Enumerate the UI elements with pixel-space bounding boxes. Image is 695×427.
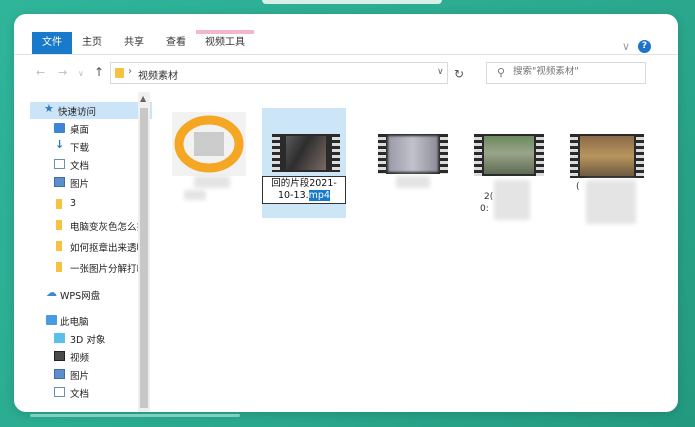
download-icon: ↓ (55, 138, 65, 151)
nav-item-desktop[interactable]: 桌面 ✦ (30, 120, 152, 137)
file-view: 回的片段2021- 10-13.mp4 2( 0: ( (154, 92, 678, 412)
nav-item-folder-grey[interactable]: 电脑变灰色怎么扌 (30, 217, 152, 234)
rename-field[interactable]: 回的片段2021- 10-13.mp4 (262, 176, 346, 204)
document-icon (54, 159, 65, 169)
cube-icon (54, 333, 65, 343)
forward-arrow-icon[interactable]: → (58, 66, 67, 79)
search-icon: ⚲ (497, 66, 506, 79)
folder-icon (56, 199, 62, 209)
cloud-icon: ☁ (46, 286, 57, 299)
file-label-blurred (396, 176, 430, 188)
top-decoration (262, 0, 442, 4)
nav-this-pc[interactable]: 此电脑 (30, 312, 152, 329)
breadcrumb-current[interactable]: 视频素材 (138, 67, 178, 82)
address-row: ← → ∨ ↑ › 视频素材 ∨ ↻ ⚲ (14, 56, 678, 90)
video-thumbnail[interactable] (378, 134, 448, 174)
address-dropdown-chevron-icon[interactable]: ∨ (437, 67, 444, 77)
film-strip-left (570, 134, 578, 178)
app-logo-icon (174, 115, 244, 173)
nav-item-folder-stamp[interactable]: 如何抠章出来透明 (30, 238, 152, 255)
nav-scrollbar[interactable]: ▲ (138, 92, 150, 412)
explorer-window: 文件 主页 共享 查看 视频工具 ∨ ? ← → ∨ ↑ › 视频素材 ∨ ↻ … (14, 14, 678, 412)
nav-quick-access[interactable]: ★ 快速访问 (30, 102, 152, 119)
picture-icon (54, 177, 65, 187)
ribbon-expand-chevron-icon[interactable]: ∨ (622, 40, 630, 53)
navigation-pane: ★ 快速访问 桌面 ✦ ↓ 下载 ✦ 文档 ✦ 图片 ✦ 3 电脑 (30, 92, 152, 412)
file-label-partial: 0: (480, 204, 489, 214)
refresh-icon[interactable]: ↻ (454, 67, 464, 81)
folder-icon (56, 262, 62, 272)
back-arrow-icon[interactable]: ← (36, 66, 45, 79)
rename-line-1: 回的片段2021- (271, 178, 337, 189)
nav-item-pictures[interactable]: 图片 ✦ (30, 174, 152, 191)
file-label-blurred (586, 180, 636, 224)
nav-item-folder-print[interactable]: 一张图片分解打印 (30, 259, 152, 276)
search-box[interactable]: ⚲ (486, 62, 646, 84)
film-strip-left (378, 134, 386, 174)
tab-share[interactable]: 共享 (120, 32, 148, 54)
video-thumbnail[interactable] (272, 134, 340, 172)
nav-wps-drive[interactable]: ☁ WPS网盘 (30, 286, 152, 303)
folder-icon (56, 220, 62, 230)
address-bar[interactable]: › 视频素材 ∨ (110, 62, 448, 84)
file-item[interactable] (172, 112, 246, 176)
film-strip-right (332, 134, 340, 172)
film-strip-left (474, 134, 482, 176)
video-frame (286, 136, 326, 170)
tab-home[interactable]: 主页 (78, 32, 106, 54)
video-thumbnail[interactable] (570, 134, 644, 178)
star-icon: ★ (44, 102, 54, 115)
video-thumbnail[interactable] (474, 134, 544, 176)
help-icon[interactable]: ? (638, 40, 651, 53)
tab-video-tools[interactable]: 视频工具 (198, 32, 252, 54)
scroll-thumb[interactable] (140, 108, 148, 408)
video-frame (580, 136, 634, 176)
rename-line-2: 10-13.mp4 (278, 190, 330, 201)
nav-item-downloads[interactable]: ↓ 下载 ✦ (30, 138, 152, 155)
nav-item-pc-pictures[interactable]: 图片 (30, 366, 152, 383)
nav-item-documents[interactable]: 文档 ✦ (30, 156, 152, 173)
picture-icon (54, 369, 65, 379)
recent-locations-chevron-icon[interactable]: ∨ (78, 69, 84, 78)
video-frame (388, 136, 438, 172)
file-label-partial: ( (576, 182, 580, 192)
up-arrow-icon[interactable]: ↑ (94, 65, 104, 79)
ribbon-bar (14, 32, 678, 55)
folder-icon (115, 68, 124, 78)
computer-icon (46, 315, 57, 325)
rename-selected-extension: mp4 (308, 190, 330, 201)
file-label-blurred (494, 180, 530, 220)
film-strip-right (636, 134, 644, 178)
file-label-blurred (194, 176, 230, 188)
film-strip-right (536, 134, 544, 176)
video-icon (54, 351, 65, 361)
bottom-decoration (30, 414, 240, 417)
nav-item-pc-documents[interactable]: 文档 (30, 384, 152, 401)
search-input[interactable] (513, 66, 641, 77)
nav-item-3d-objects[interactable]: 3D 对象 (30, 330, 152, 347)
document-icon (54, 387, 65, 397)
desktop-icon (54, 123, 65, 133)
file-label-blurred (184, 190, 206, 200)
folder-icon (56, 241, 62, 251)
file-label-partial: 2( (484, 192, 494, 202)
scroll-up-arrow-icon[interactable]: ▲ (140, 94, 146, 103)
film-strip-right (440, 134, 448, 174)
nav-item-videos[interactable]: 视频 (30, 348, 152, 365)
tab-file[interactable]: 文件 (32, 32, 72, 54)
film-strip-left (272, 134, 280, 172)
nav-item-folder-3[interactable]: 3 (30, 196, 152, 213)
tab-view[interactable]: 查看 (162, 32, 190, 54)
breadcrumb-separator-icon[interactable]: › (128, 66, 132, 77)
video-frame (484, 136, 534, 174)
